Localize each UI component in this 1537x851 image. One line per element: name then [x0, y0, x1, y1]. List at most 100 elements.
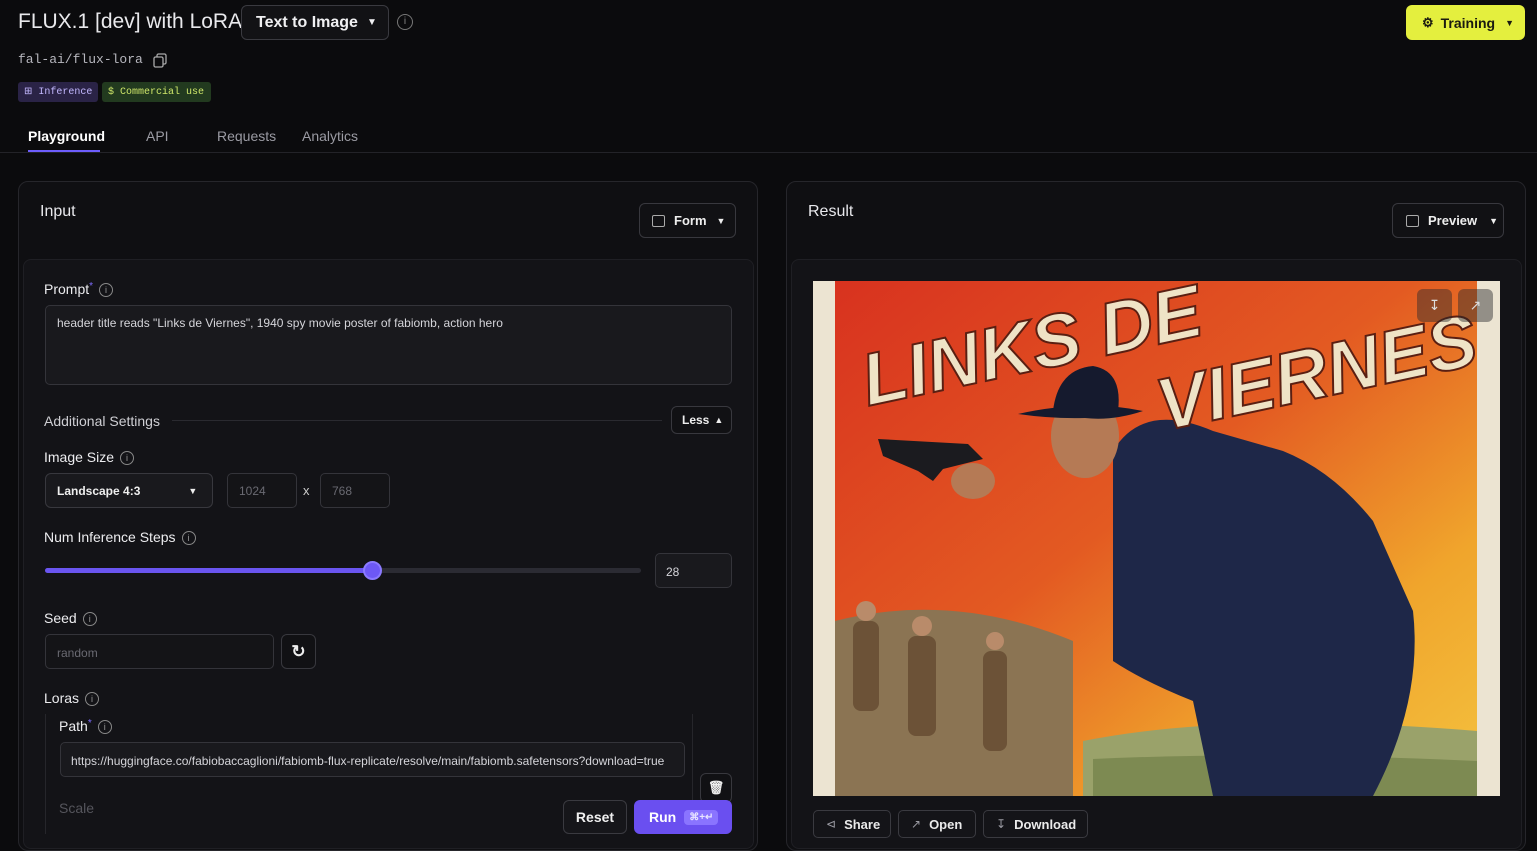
delete-lora-button[interactable]: 🗑 — [700, 773, 732, 803]
seed-input[interactable]: random — [45, 634, 274, 669]
inference-badge: ⊞ Inference — [18, 82, 98, 102]
chevron-down-icon: ▼ — [1505, 17, 1515, 28]
gear-icon: ⚙ — [1422, 14, 1434, 30]
external-link-icon: ↗ — [1469, 297, 1482, 313]
loras-label-text: Loras — [44, 690, 80, 706]
image-size-label-text: Image Size — [44, 449, 115, 465]
commercial-badge-label: Commercial use — [120, 86, 205, 98]
info-icon[interactable]: i — [99, 283, 114, 298]
tab-api[interactable]: API — [146, 128, 169, 144]
settings-divider — [172, 420, 662, 421]
form-view-label: Form — [674, 213, 707, 228]
steps-label-text: Num Inference Steps — [44, 529, 176, 545]
image-icon — [1406, 214, 1419, 227]
loras-label: Loras i — [44, 690, 100, 707]
download-label: Download — [1014, 816, 1077, 832]
info-icon[interactable]: i — [82, 612, 97, 627]
prompt-label: Prompt* i — [44, 281, 114, 298]
run-shortcut: ⌘+↵ — [684, 809, 719, 825]
run-label: Run — [649, 809, 677, 825]
prompt-textarea[interactable]: header title reads "Links de Viernes", 1… — [45, 305, 732, 385]
info-icon[interactable]: i — [181, 531, 196, 546]
input-title: Input — [40, 203, 76, 220]
commercial-badge: $ Commercial use — [102, 82, 211, 102]
required-marker: * — [89, 281, 94, 292]
download-icon: ↧ — [996, 817, 1007, 831]
generated-image[interactable]: LINKS DE VIERNES — [813, 281, 1500, 796]
mode-dropdown-label: Text to Image — [256, 13, 358, 31]
tab-requests[interactable]: Requests — [217, 128, 276, 144]
times-sign: x — [303, 483, 310, 498]
randomize-seed-button[interactable]: ↻ — [281, 634, 316, 669]
open-overlay-button[interactable]: ↗ — [1458, 289, 1493, 322]
image-size-value: Landscape 4:3 — [57, 483, 141, 498]
width-input[interactable]: 1024 — [227, 473, 297, 508]
chevron-down-icon: ▼ — [366, 17, 377, 28]
chevron-down-icon: ▼ — [716, 215, 726, 226]
info-icon[interactable]: i — [397, 14, 413, 30]
path-value: https://huggingface.co/fabiobaccaglioni/… — [71, 754, 665, 768]
info-icon[interactable]: i — [97, 720, 112, 735]
dollar-icon: $ — [108, 86, 115, 98]
additional-settings-label: Additional Settings — [44, 413, 160, 429]
height-input[interactable]: 768 — [320, 473, 390, 508]
steps-label: Num Inference Steps i — [44, 529, 196, 546]
chevron-down-icon: ▼ — [188, 485, 198, 496]
tab-playground[interactable]: Playground — [28, 128, 105, 144]
seed-label: Seed i — [44, 610, 97, 627]
preview-label: Preview — [1428, 213, 1478, 228]
path-input[interactable]: https://huggingface.co/fabiobaccaglioni/… — [60, 742, 685, 777]
steps-slider-fill — [45, 568, 373, 573]
active-tab-indicator — [28, 150, 100, 152]
open-label: Open — [929, 816, 963, 832]
share-icon: ⊲ — [826, 817, 837, 831]
seed-placeholder: random — [57, 646, 98, 660]
info-icon[interactable]: i — [85, 692, 100, 707]
model-id: fal-ai/flux-lora — [18, 52, 143, 67]
poster-illustration: LINKS DE VIERNES — [813, 281, 1500, 796]
scale-label: Scale — [59, 800, 95, 816]
steps-value: 28 — [666, 565, 680, 579]
refresh-icon: ↻ — [291, 641, 306, 661]
download-icon: ↧ — [1428, 297, 1441, 313]
path-label: Path* i — [59, 718, 112, 735]
reset-button[interactable]: Reset — [563, 800, 627, 834]
image-size-select[interactable]: Landscape 4:3 ▼ — [45, 473, 213, 508]
seed-label-text: Seed — [44, 610, 77, 626]
chevron-up-icon: ▲ — [714, 415, 724, 425]
download-overlay-button[interactable]: ↧ — [1417, 289, 1452, 322]
height-placeholder: 768 — [332, 484, 353, 498]
external-link-icon: ↗ — [911, 817, 922, 831]
less-label: Less — [682, 413, 710, 427]
trash-icon: 🗑 — [707, 780, 725, 795]
share-button[interactable]: ⊲ Share — [813, 810, 891, 838]
run-button[interactable]: Run ⌘+↵ — [634, 800, 732, 834]
share-label: Share — [844, 816, 881, 832]
prompt-label-text: Prompt — [44, 281, 90, 297]
prompt-value: header title reads "Links de Viernes", 1… — [57, 316, 503, 330]
less-toggle[interactable]: Less ▲ — [671, 406, 732, 434]
form-view-dropdown[interactable]: Form ▼ — [639, 203, 736, 238]
open-button[interactable]: ↗ Open — [898, 810, 976, 838]
required-marker: * — [87, 718, 92, 729]
info-icon[interactable]: i — [120, 451, 135, 466]
preview-dropdown[interactable]: Preview ▼ — [1392, 203, 1504, 238]
copy-icon[interactable] — [153, 53, 167, 68]
training-label: Training — [1440, 14, 1496, 31]
steps-slider-thumb[interactable] — [362, 561, 382, 580]
tabs-divider — [0, 152, 1537, 153]
model-title: FLUX.1 [dev] with LoRAs — [18, 10, 253, 33]
chevron-down-icon: ▼ — [1489, 215, 1499, 226]
table-icon — [652, 214, 665, 227]
result-title: Result — [808, 203, 854, 220]
steps-input[interactable]: 28 — [655, 553, 732, 588]
grid-icon: ⊞ — [24, 87, 33, 98]
tab-analytics[interactable]: Analytics — [302, 128, 358, 144]
mode-dropdown[interactable]: Text to Image ▼ — [241, 5, 389, 40]
width-placeholder: 1024 — [239, 484, 266, 498]
training-button[interactable]: ⚙ Training ▼ — [1406, 5, 1525, 40]
inference-badge-label: Inference — [38, 86, 93, 98]
image-size-label: Image Size i — [44, 449, 135, 466]
download-button[interactable]: ↧ Download — [983, 810, 1088, 838]
path-label-text: Path — [59, 718, 88, 734]
